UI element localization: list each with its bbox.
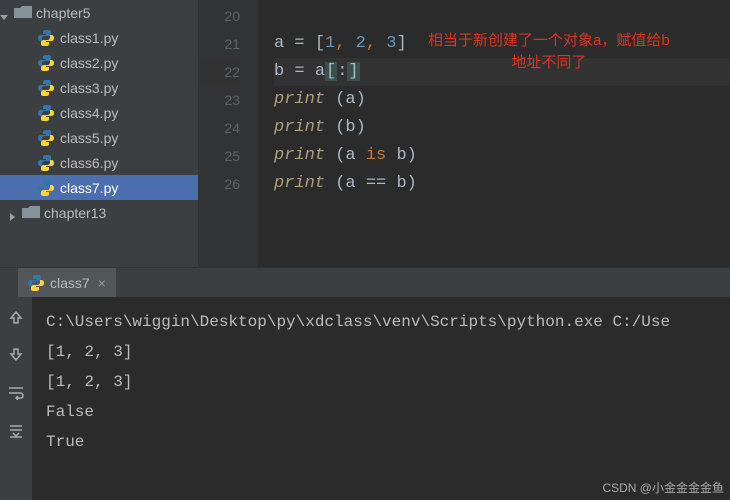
annotation-text: 相当于新创建了一个对象a，赋值给b 地址不同了	[428, 30, 670, 74]
console-line: [1, 2, 3]	[46, 367, 716, 397]
line-number: 26	[198, 170, 240, 198]
tree-label: class7.py	[60, 180, 118, 196]
run-tab-class7[interactable]: class7 ×	[18, 268, 116, 297]
tree-file-class2[interactable]: class2.py	[0, 50, 198, 75]
line-number: 22	[198, 58, 240, 86]
line-number: 24	[198, 114, 240, 142]
tree-label: chapter5	[36, 5, 90, 21]
tree-label: class2.py	[60, 55, 118, 71]
project-tree[interactable]: chapter5 class1.py class2.py class3.py c…	[0, 0, 198, 267]
arrow-down-icon[interactable]	[6, 345, 26, 365]
tree-label: class1.py	[60, 30, 118, 46]
close-icon[interactable]: ×	[98, 275, 106, 291]
line-number: 25	[198, 142, 240, 170]
console-line: False	[46, 397, 716, 427]
tree-label: class6.py	[60, 155, 118, 171]
console-line: True	[46, 427, 716, 457]
tree-file-class4[interactable]: class4.py	[0, 100, 198, 125]
soft-wrap-icon[interactable]	[6, 383, 26, 403]
folder-icon	[22, 206, 38, 220]
python-icon	[38, 80, 54, 96]
python-icon	[38, 30, 54, 46]
code-line: print (a is b)	[274, 142, 730, 170]
tree-label: class4.py	[60, 105, 118, 121]
scroll-to-end-icon[interactable]	[6, 421, 26, 441]
console-line: [1, 2, 3]	[46, 337, 716, 367]
code-line: print (a)	[274, 86, 730, 114]
python-icon	[38, 180, 54, 196]
watermark: CSDN @小金金金金鱼	[602, 479, 724, 496]
line-number: 21	[198, 30, 240, 58]
run-tab-bar: class7 ×	[0, 267, 730, 297]
tree-file-class1[interactable]: class1.py	[0, 25, 198, 50]
python-icon	[38, 55, 54, 71]
python-icon	[38, 155, 54, 171]
folder-icon	[14, 6, 30, 20]
line-number: 20	[198, 2, 240, 30]
editor-gutter: 20 21 22 23 24 25 26	[198, 0, 258, 267]
tree-file-class6[interactable]: class6.py	[0, 150, 198, 175]
tree-file-class5[interactable]: class5.py	[0, 125, 198, 150]
python-icon	[28, 275, 44, 291]
code-line: print (a == b)	[274, 170, 730, 198]
code-line	[274, 2, 730, 30]
arrow-up-icon[interactable]	[6, 307, 26, 327]
python-icon	[38, 105, 54, 121]
chevron-right-icon	[8, 208, 18, 218]
chevron-down-icon	[0, 8, 10, 18]
tree-label: class3.py	[60, 80, 118, 96]
code-line: print (b)	[274, 114, 730, 142]
console-line: C:\Users\wiggin\Desktop\py\xdclass\venv\…	[46, 307, 716, 337]
tree-file-class3[interactable]: class3.py	[0, 75, 198, 100]
tree-file-class7[interactable]: class7.py	[0, 175, 198, 200]
editor-content[interactable]: a = [1, 2, 3] b = a[:] print (a) print (…	[258, 0, 730, 267]
code-editor[interactable]: 20 21 22 23 24 25 26 a = [1, 2, 3] b = a…	[198, 0, 730, 267]
console-output[interactable]: C:\Users\wiggin\Desktop\py\xdclass\venv\…	[32, 297, 730, 500]
tree-label: chapter13	[44, 205, 106, 221]
python-icon	[38, 130, 54, 146]
tab-label: class7	[50, 275, 90, 291]
tree-folder-chapter13[interactable]: chapter13	[0, 200, 198, 225]
tree-label: class5.py	[60, 130, 118, 146]
line-number: 23	[198, 86, 240, 114]
console-toolbar	[0, 297, 32, 500]
tree-folder-chapter5[interactable]: chapter5	[0, 0, 198, 25]
